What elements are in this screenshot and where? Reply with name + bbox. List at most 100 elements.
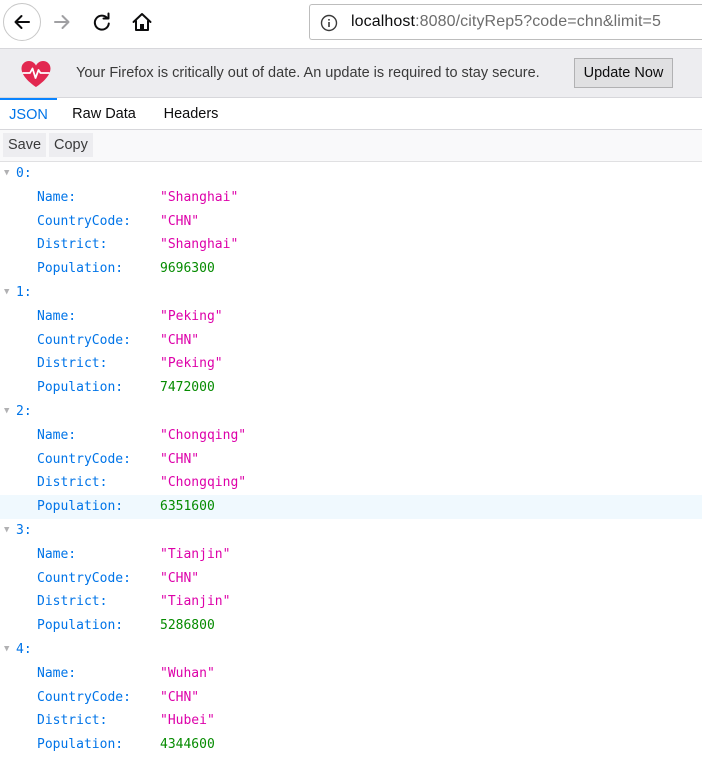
json-field-row[interactable]: Name: "Chongqing" (0, 424, 702, 448)
json-node-row[interactable]: ▼ 4: (0, 638, 702, 662)
reload-button[interactable] (84, 4, 120, 40)
json-key: Name: (37, 189, 77, 205)
json-string-value: "CHN" (160, 570, 200, 586)
tab-json[interactable]: JSON (0, 98, 57, 129)
update-now-button[interactable]: Update Now (574, 58, 673, 88)
forward-arrow-icon (54, 15, 70, 29)
notification-message: Your Firefox is critically out of date. … (76, 65, 540, 81)
twisty-down-icon[interactable]: ▼ (4, 400, 9, 424)
json-node-row[interactable]: ▼ 3: (0, 519, 702, 543)
json-string-value: "Chongqing" (160, 427, 247, 443)
json-string-value: "Tianjin" (160, 594, 231, 610)
back-button[interactable] (3, 3, 41, 41)
json-key: Population: (37, 499, 124, 515)
twisty-down-icon[interactable]: ▼ (4, 162, 9, 186)
json-key: District: (37, 475, 108, 491)
json-key: District: (37, 713, 108, 729)
viewer-tabs: JSON Raw Data Headers (0, 98, 702, 130)
json-number-value: 9696300 (160, 261, 215, 277)
json-number-value: 4344600 (160, 737, 215, 753)
json-string-value: "CHN" (160, 451, 200, 467)
json-string-value: "Shanghai" (160, 189, 239, 205)
json-actions-bar: Save Copy (0, 130, 702, 162)
json-key: District: (37, 356, 108, 372)
json-field-row-highlighted[interactable]: Population: 6351600 (0, 495, 702, 519)
reload-icon (93, 12, 110, 31)
tab-headers[interactable]: Headers (151, 98, 231, 129)
save-button[interactable]: Save (3, 133, 47, 157)
json-field-row[interactable]: Name: "Wuhan" (0, 662, 702, 686)
twisty-down-icon[interactable]: ▼ (4, 638, 9, 662)
json-index: 1: (16, 284, 32, 300)
json-field-row[interactable]: District: "Shanghai" (0, 233, 702, 257)
json-string-value: "Hubei" (160, 713, 215, 729)
json-number-value: 7472000 (160, 380, 215, 396)
json-field-row[interactable]: Population: 7472000 (0, 376, 702, 400)
json-node-row[interactable]: ▼ 1: (0, 281, 702, 305)
json-field-row[interactable]: CountryCode: "CHN" (0, 448, 702, 472)
json-key: CountryCode: (37, 689, 131, 705)
json-number-value: 5286800 (160, 618, 215, 634)
json-key: District: (37, 594, 108, 610)
json-key: Population: (37, 737, 124, 753)
home-button[interactable] (124, 4, 160, 40)
json-field-row[interactable]: District: "Peking" (0, 352, 702, 376)
json-key: Population: (37, 380, 124, 396)
back-arrow-icon (14, 15, 30, 29)
info-icon[interactable] (320, 14, 338, 32)
json-key: District: (37, 237, 108, 253)
json-key: CountryCode: (37, 332, 131, 348)
json-string-value: "CHN" (160, 332, 200, 348)
json-node-row[interactable]: ▼ 0: (0, 162, 702, 186)
json-key: CountryCode: (37, 570, 131, 586)
json-node-row[interactable]: ▼ 2: (0, 400, 702, 424)
url-bar[interactable]: localhost:8080/cityRep5?code=chn&limit=5 (309, 4, 702, 40)
json-field-row[interactable]: Name: "Tianjin" (0, 543, 702, 567)
json-string-value: "Peking" (160, 308, 223, 324)
json-field-row[interactable]: District: "Chongqing" (0, 471, 702, 495)
json-field-row[interactable]: Name: "Shanghai" (0, 186, 702, 210)
url-path: :8080/cityRep5?code=chn&limit=5 (415, 13, 661, 30)
json-string-value: "CHN" (160, 689, 200, 705)
twisty-down-icon[interactable]: ▼ (4, 519, 9, 543)
json-key: Name: (37, 427, 77, 443)
json-key: Population: (37, 618, 124, 634)
json-field-row[interactable]: Population: 5286800 (0, 614, 702, 638)
json-string-value: "Shanghai" (160, 237, 239, 253)
json-index: 4: (16, 641, 32, 657)
json-field-row[interactable]: CountryCode: "CHN" (0, 329, 702, 353)
json-string-value: "Chongqing" (160, 475, 247, 491)
json-string-value: "CHN" (160, 213, 200, 229)
json-string-value: "Tianjin" (160, 546, 231, 562)
browser-toolbar: localhost:8080/cityRep5?code=chn&limit=5 (0, 0, 702, 48)
twisty-down-icon[interactable]: ▼ (4, 281, 9, 305)
json-key: Name: (37, 665, 77, 681)
json-string-value: "Peking" (160, 356, 223, 372)
json-field-row[interactable]: CountryCode: "CHN" (0, 210, 702, 234)
url-host: localhost (351, 13, 416, 30)
copy-button[interactable]: Copy (49, 133, 93, 157)
json-field-row[interactable]: CountryCode: "CHN" (0, 686, 702, 710)
heart-pulse-icon (21, 61, 51, 87)
json-string-value: "Wuhan" (160, 665, 215, 681)
json-field-row[interactable]: District: "Tianjin" (0, 590, 702, 614)
json-field-row[interactable]: District: "Hubei" (0, 709, 702, 733)
forward-button[interactable] (44, 4, 80, 40)
json-field-row[interactable]: Population: 9696300 (0, 257, 702, 281)
json-key: Population: (37, 261, 124, 277)
json-field-row[interactable]: CountryCode: "CHN" (0, 567, 702, 591)
json-index: 2: (16, 403, 32, 419)
json-index: 3: (16, 522, 32, 538)
json-field-row[interactable]: Population: 4344600 (0, 733, 702, 757)
json-index: 0: (16, 166, 32, 181)
url-text[interactable]: localhost:8080/cityRep5?code=chn&limit=5 (351, 13, 661, 31)
json-field-row[interactable]: Name: "Peking" (0, 305, 702, 329)
json-key: Name: (37, 546, 77, 562)
tab-raw-data[interactable]: Raw Data (60, 98, 148, 129)
home-icon (132, 13, 152, 31)
json-key: Name: (37, 308, 77, 324)
update-notification-bar: Your Firefox is critically out of date. … (0, 48, 702, 98)
json-key: CountryCode: (37, 213, 131, 229)
json-number-value: 6351600 (160, 499, 215, 515)
json-tree: ▼ 0: Name: "Shanghai" CountryCode: "CHN" Di… (0, 162, 702, 757)
